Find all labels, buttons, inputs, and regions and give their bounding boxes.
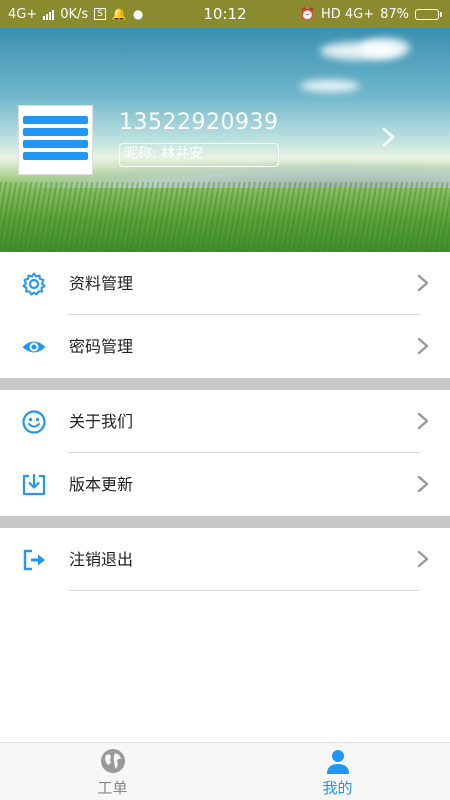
- user-phone: 13522920939: [119, 110, 279, 135]
- gear-icon: [22, 272, 46, 296]
- section-separator: [0, 378, 450, 390]
- chevron-right-icon: [417, 337, 429, 355]
- menu-item-label: 资料管理: [69, 274, 134, 293]
- planet-icon: ●: [132, 7, 144, 21]
- network-type-right: HD 4G+: [320, 6, 375, 22]
- menu-item-label: 注销退出: [69, 550, 134, 569]
- network-speed: 0K/s: [60, 6, 89, 22]
- network-type-left: 4G+: [8, 6, 38, 22]
- menu-item-label: 版本更新: [69, 475, 134, 494]
- grass-background: [0, 182, 450, 252]
- profile-banner[interactable]: 13522920939 昵称: 林井安: [0, 28, 450, 252]
- bell-icon: 🔔: [111, 7, 127, 21]
- s-badge-icon: S: [94, 8, 106, 20]
- tab-label: 我的: [322, 779, 353, 797]
- chevron-right-icon: [417, 475, 429, 493]
- menu-item-about-us[interactable]: 关于我们: [0, 390, 450, 453]
- chevron-right-icon: [417, 274, 429, 292]
- logout-icon: [23, 549, 45, 571]
- download-icon: [22, 473, 46, 496]
- menu-item-version-update[interactable]: 版本更新: [0, 453, 450, 516]
- chevron-right-icon: [417, 550, 429, 568]
- battery-icon: [415, 8, 442, 20]
- battery-percent: 87%: [380, 6, 409, 22]
- avatar[interactable]: [18, 105, 93, 175]
- section-separator: [0, 516, 450, 528]
- signal-icon: [43, 9, 55, 20]
- menu-item-label: 关于我们: [69, 412, 134, 431]
- menu-group-account: 资料管理 密码管理: [0, 252, 450, 378]
- alarm-icon: ⏰: [299, 7, 315, 21]
- eye-icon: [22, 341, 46, 353]
- tab-work-orders[interactable]: 工单: [0, 743, 225, 800]
- user-nickname: 昵称: 林井安: [119, 143, 279, 167]
- tab-mine[interactable]: 我的: [225, 743, 450, 800]
- chevron-right-icon: [382, 127, 395, 147]
- status-bar: 4G+ 0K/s S 🔔 ● 10:12 ⏰ HD 4G+ 87%: [0, 0, 450, 28]
- person-icon: [326, 750, 349, 774]
- smile-icon: [22, 410, 46, 434]
- menu-item-label: 密码管理: [69, 337, 134, 356]
- menu-group-about: 关于我们 版本更新: [0, 390, 450, 516]
- menu-item-logout[interactable]: 注销退出: [0, 528, 450, 591]
- cloud: [300, 80, 360, 92]
- cloud: [360, 38, 410, 58]
- bottom-nav: 工单 我的: [0, 742, 450, 800]
- divider: [68, 590, 420, 591]
- tab-label: 工单: [97, 779, 128, 797]
- menu-group-logout: 注销退出: [0, 528, 450, 591]
- menu-item-profile-management[interactable]: 资料管理: [0, 252, 450, 315]
- menu-item-password-management[interactable]: 密码管理: [0, 315, 450, 378]
- chevron-right-icon: [417, 412, 429, 430]
- globe-icon: [100, 749, 125, 773]
